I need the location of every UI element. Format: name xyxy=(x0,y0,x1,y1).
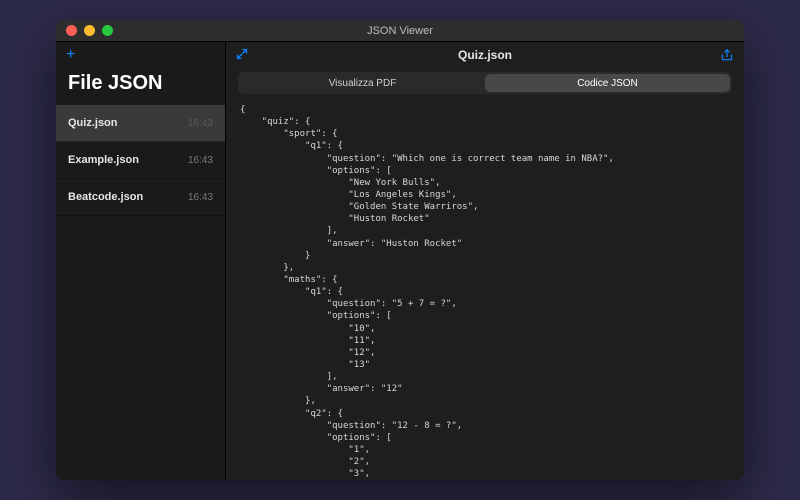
view-mode-segmented: Visualizza PDF Codice JSON xyxy=(238,72,732,94)
add-file-button[interactable]: + xyxy=(66,47,75,63)
expand-icon[interactable] xyxy=(236,48,248,63)
window-body: + File JSON Quiz.json 16:43 Example.json 16… xyxy=(56,42,744,480)
titlebar: JSON Viewer xyxy=(56,20,744,42)
zoom-window-button[interactable] xyxy=(102,25,113,36)
close-window-button[interactable] xyxy=(66,25,77,36)
file-item[interactable]: Example.json 16:43 xyxy=(56,142,225,179)
minimize-window-button[interactable] xyxy=(84,25,95,36)
app-window: JSON Viewer + File JSON Quiz.json16:43Ex… xyxy=(56,20,744,480)
json-code: { "quiz": { "sport": { "q1": { "question… xyxy=(240,104,730,480)
sidebar-heading: File JSON xyxy=(56,68,225,105)
tab-pdf[interactable]: Visualizza PDF xyxy=(240,74,485,92)
file-name: Quiz.json xyxy=(68,117,118,129)
main-toolbar: Quiz.json xyxy=(226,42,744,68)
sidebar-toolbar: + xyxy=(56,42,225,68)
window-title: JSON Viewer xyxy=(56,25,744,37)
code-pane[interactable]: { "quiz": { "sport": { "q1": { "question… xyxy=(226,100,744,480)
file-item[interactable]: Beatcode.json 16:43 xyxy=(56,179,225,216)
file-time: 16:43 xyxy=(188,118,213,129)
traffic-lights xyxy=(66,25,113,36)
main-pane: Quiz.json Visualizza PDF Codice JSON { "… xyxy=(226,42,744,480)
file-name: Example.json xyxy=(68,154,139,166)
file-item[interactable]: Quiz.json 16:43 xyxy=(56,105,225,142)
document-title: Quiz.json xyxy=(226,48,744,62)
tab-json[interactable]: Codice JSON xyxy=(485,74,730,92)
file-time: 16:43 xyxy=(188,155,213,166)
share-button[interactable] xyxy=(720,48,734,62)
file-time: 16:43 xyxy=(188,192,213,203)
file-name: Beatcode.json xyxy=(68,191,143,203)
file-list: Quiz.json16:43Example.json16:43Beatcode.… xyxy=(56,105,225,480)
sidebar: + File JSON Quiz.json 16:43 Example.json 16… xyxy=(56,42,226,480)
segmented-control-wrap: Visualizza PDF Codice JSON xyxy=(226,68,744,100)
